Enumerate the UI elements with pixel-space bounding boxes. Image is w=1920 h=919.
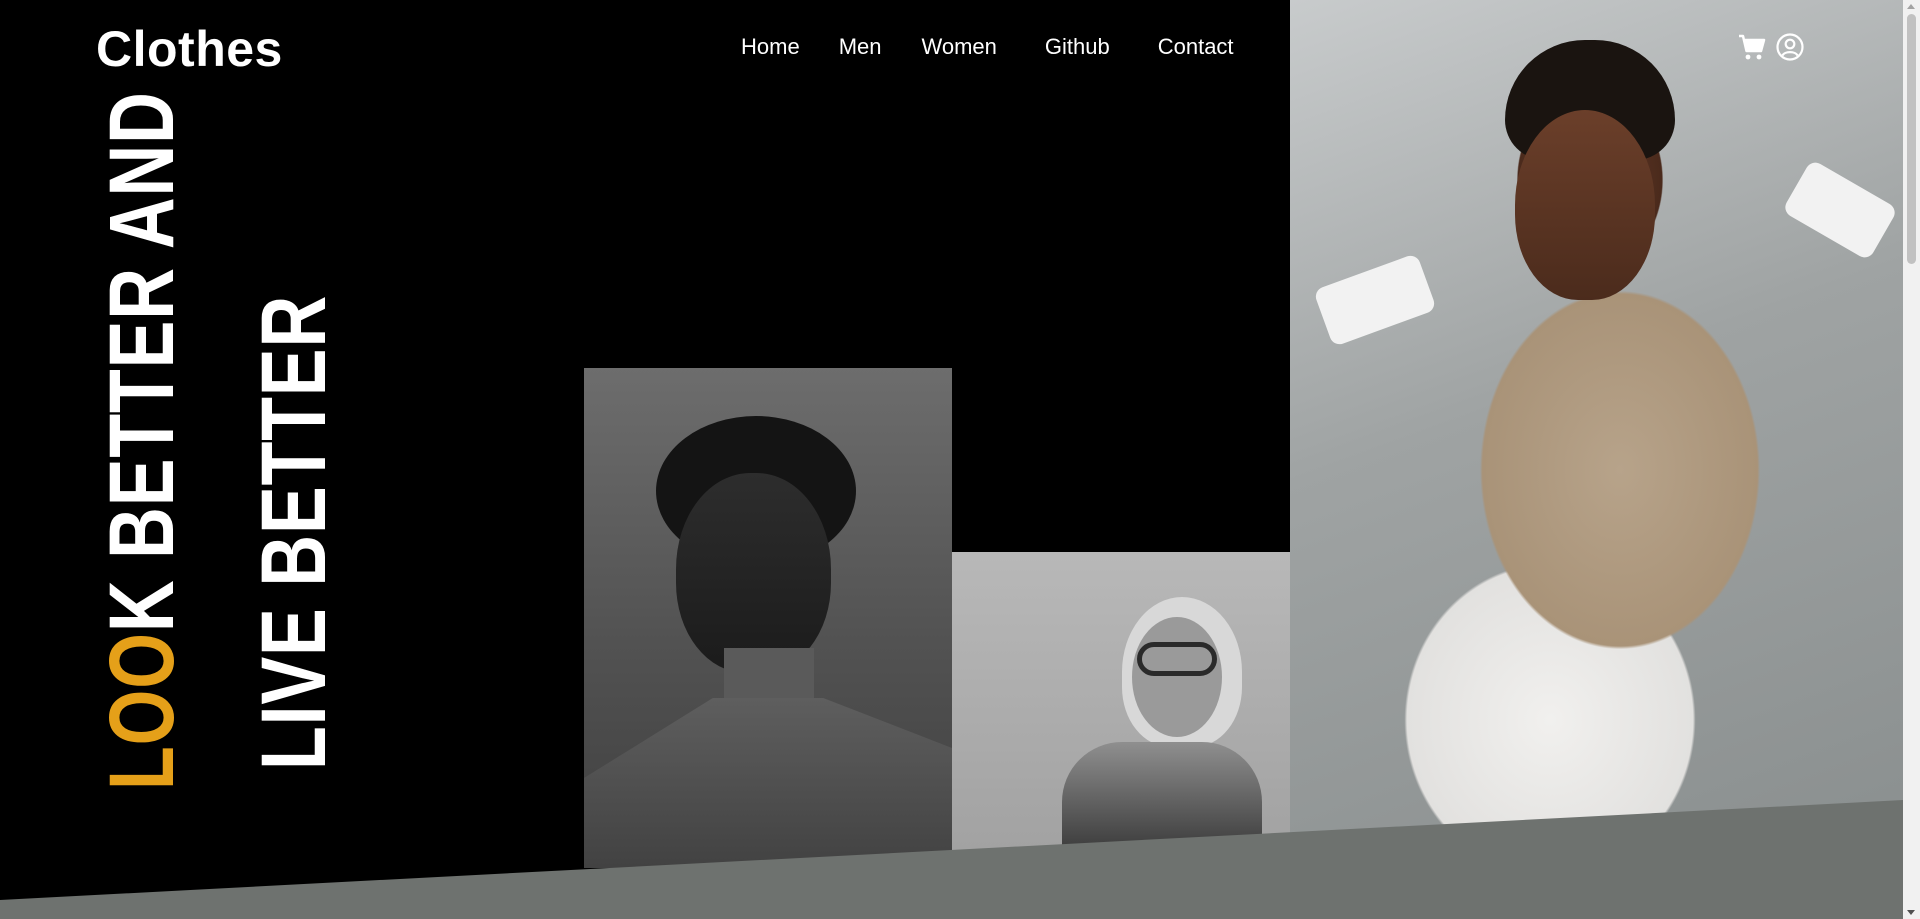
landing-page: Clothes Home Men Women Github Contact LO… xyxy=(0,0,1903,919)
hero-line-1-rest: K BETTER AND xyxy=(91,91,193,633)
hero-headline: LOOK BETTER AND LIVE BETTER xyxy=(91,0,345,790)
hero-line-1: LOOK BETTER AND xyxy=(91,91,193,790)
hero-line-2: LIVE BETTER xyxy=(243,294,345,770)
main-nav: Home Men Women Github Contact xyxy=(741,34,1234,60)
hero-photo-sleeve xyxy=(1313,252,1437,348)
nav-contact[interactable]: Contact xyxy=(1158,34,1234,60)
header-icons xyxy=(1737,32,1805,62)
nav-github[interactable]: Github xyxy=(1045,34,1110,60)
scroll-down-arrow-icon[interactable] xyxy=(1907,910,1915,915)
cart-icon[interactable] xyxy=(1737,32,1767,62)
sunglasses xyxy=(1137,642,1217,676)
hero-model-photo xyxy=(1290,0,1903,850)
nav-home[interactable]: Home xyxy=(741,34,800,60)
hero-photo-face xyxy=(1515,110,1655,300)
nav-women[interactable]: Women xyxy=(921,34,996,60)
scroll-up-arrow-icon[interactable] xyxy=(1907,4,1915,9)
portrait-face xyxy=(676,473,831,673)
page-scrollbar[interactable] xyxy=(1903,0,1920,919)
nav-men[interactable]: Men xyxy=(839,34,882,60)
hero-photo-sleeve xyxy=(1781,159,1899,261)
portrait-photo-sunglasses xyxy=(952,552,1290,852)
portrait-photo-woman xyxy=(584,368,952,868)
user-circle-icon[interactable] xyxy=(1775,32,1805,62)
scrollbar-thumb[interactable] xyxy=(1907,14,1916,264)
hero-line-1-accent: LOO xyxy=(91,632,193,790)
portrait-coat xyxy=(584,698,952,868)
portrait-face xyxy=(1132,617,1222,737)
